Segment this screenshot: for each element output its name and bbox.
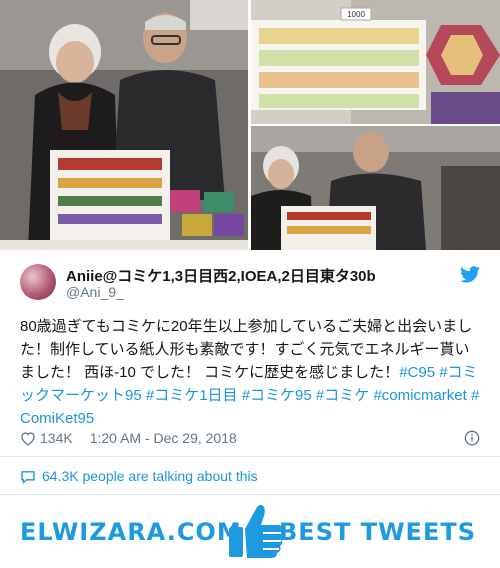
divider (0, 456, 500, 457)
hashtag-link[interactable]: #C95 (399, 364, 435, 381)
hashtag-link[interactable]: #コミケ1日目 (146, 387, 238, 404)
tweet-text: 80歳過ぎてもコミケに20年生以上参加しているご夫婦と出会いました！制作している… (20, 315, 482, 430)
photo-top-right-art: 1000 (251, 0, 500, 124)
talking-text: 64.3K people are talking about this (42, 468, 258, 484)
comment-icon (21, 470, 35, 484)
photo-main[interactable] (0, 0, 248, 250)
heart-icon[interactable] (20, 431, 36, 446)
tweet-card: 1000 Aniie@コミケ1,3日目西2,IOEA,2日目東タ30b @Ani… (0, 0, 500, 568)
info-icon[interactable] (464, 430, 480, 446)
thumbs-up-icon (229, 505, 284, 558)
hashtag-link[interactable]: #comicmarket (373, 387, 466, 404)
photo-bottom-right[interactable] (251, 126, 500, 250)
brand-tagline[interactable]: BEST TWEETS (279, 518, 476, 546)
display-name[interactable]: Aniie@コミケ1,3日目西2,IOEA,2日目東タ30b (66, 265, 376, 286)
like-count[interactable]: 134K (40, 430, 73, 446)
brand-site-name[interactable]: ELWIZARA.COM (20, 518, 242, 546)
twitter-bird-icon[interactable] (460, 266, 480, 283)
photo-grid[interactable]: 1000 (0, 0, 500, 250)
price-sign: 1000 (347, 10, 365, 19)
photo-main-art (0, 0, 248, 250)
photo-top-right[interactable]: 1000 (251, 0, 500, 124)
user-handle[interactable]: @Ani_9_ (66, 284, 124, 300)
footer-banner: ELWIZARA.COM BEST TWEETS (0, 495, 500, 568)
talking-link[interactable]: 64.3K people are talking about this (20, 466, 258, 486)
timestamp[interactable]: 1:20 AM - Dec 29, 2018 (90, 430, 237, 446)
tweet-header: Aniie@コミケ1,3日目西2,IOEA,2日目東タ30b @Ani_9_ (20, 264, 480, 304)
photo-bottom-right-art (251, 126, 500, 250)
tweet-meta: 134K 1:20 AM - Dec 29, 2018 (20, 428, 237, 448)
hashtag-link[interactable]: #コミケ (316, 387, 369, 404)
hashtag-link[interactable]: #コミケ95 (242, 387, 312, 404)
avatar[interactable] (20, 264, 56, 300)
